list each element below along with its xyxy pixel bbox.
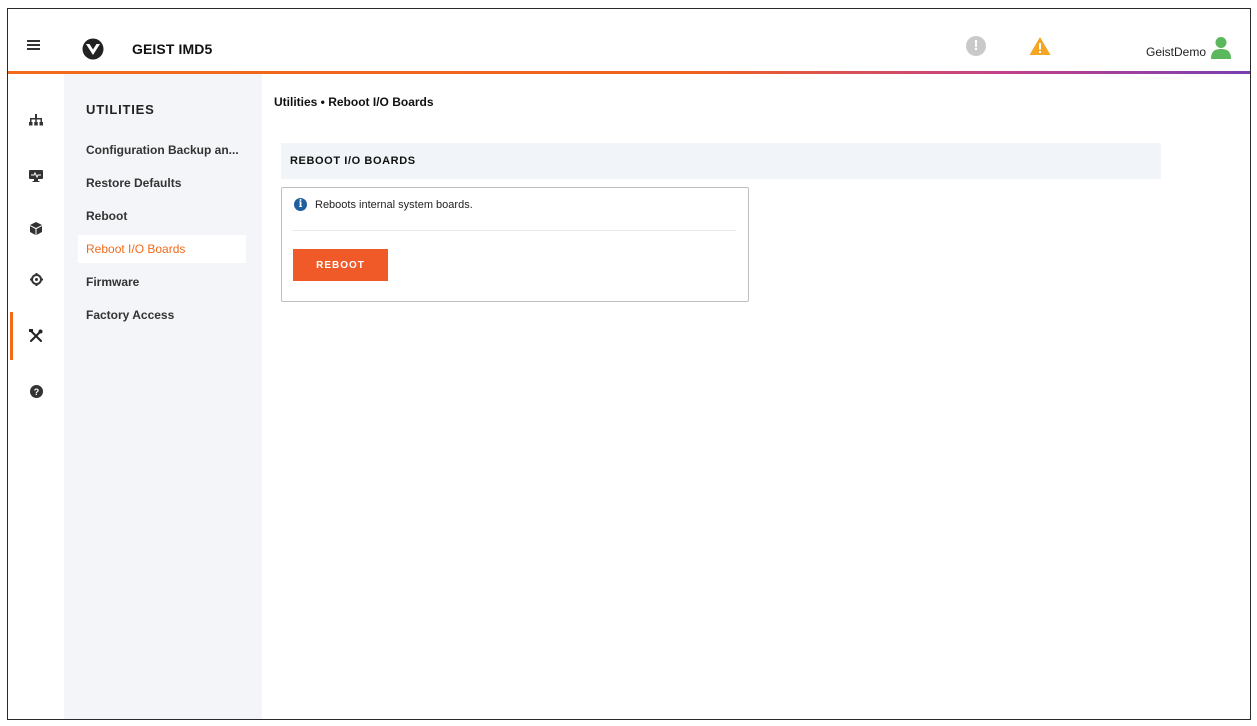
sidebar-item-configuration-backup[interactable]: Configuration Backup an... bbox=[78, 136, 246, 164]
tools-icon bbox=[29, 329, 43, 342]
reboot-button[interactable]: REBOOT bbox=[293, 249, 388, 281]
reboot-card: i Reboots internal system boards. REBOOT bbox=[281, 187, 749, 302]
section-title: REBOOT I/O BOARDS bbox=[290, 155, 416, 167]
app-window: GEIST IMD5 ! GeistDemo ? UTILITIES Confi… bbox=[7, 8, 1251, 720]
rail-item-utilities[interactable] bbox=[8, 312, 64, 360]
rail-item-devices[interactable] bbox=[8, 208, 64, 248]
help-icon: ? bbox=[29, 384, 43, 398]
sidebar-item-restore-defaults[interactable]: Restore Defaults bbox=[78, 169, 246, 197]
top-header: GEIST IMD5 ! GeistDemo bbox=[8, 9, 1250, 71]
user-name[interactable]: GeistDemo bbox=[1146, 45, 1206, 59]
vertiv-logo-icon[interactable] bbox=[82, 38, 104, 60]
settings-gear-icon bbox=[29, 272, 43, 286]
rail-item-settings[interactable] bbox=[8, 259, 64, 299]
menu-icon[interactable] bbox=[27, 40, 40, 50]
network-icon bbox=[29, 114, 43, 126]
svg-text:?: ? bbox=[33, 387, 39, 397]
rail-item-network[interactable] bbox=[8, 100, 64, 140]
info-text: Reboots internal system boards. bbox=[315, 199, 473, 211]
utilities-sidebar: UTILITIES Configuration Backup an... Res… bbox=[64, 74, 262, 719]
monitor-icon bbox=[29, 170, 43, 182]
info-icon: i bbox=[294, 198, 307, 211]
icon-rail: ? bbox=[8, 74, 64, 719]
box-icon bbox=[30, 221, 42, 235]
sidebar-item-reboot[interactable]: Reboot bbox=[78, 202, 246, 230]
app-title: GEIST IMD5 bbox=[132, 41, 213, 57]
breadcrumb: Utilities • Reboot I/O Boards bbox=[274, 95, 434, 109]
alarm-icon[interactable]: ! bbox=[966, 36, 986, 56]
sidebar-title: UTILITIES bbox=[86, 102, 155, 117]
sidebar-item-firmware[interactable]: Firmware bbox=[78, 268, 246, 296]
rail-item-monitor[interactable] bbox=[8, 156, 64, 196]
section-header: REBOOT I/O BOARDS bbox=[281, 143, 1161, 179]
sidebar-item-reboot-io-boards[interactable]: Reboot I/O Boards bbox=[78, 235, 246, 263]
user-icon[interactable] bbox=[1210, 36, 1232, 60]
divider bbox=[292, 230, 736, 231]
rail-item-help[interactable]: ? bbox=[8, 371, 64, 411]
warning-icon[interactable] bbox=[1029, 36, 1051, 56]
sidebar-item-factory-access[interactable]: Factory Access bbox=[78, 301, 246, 329]
